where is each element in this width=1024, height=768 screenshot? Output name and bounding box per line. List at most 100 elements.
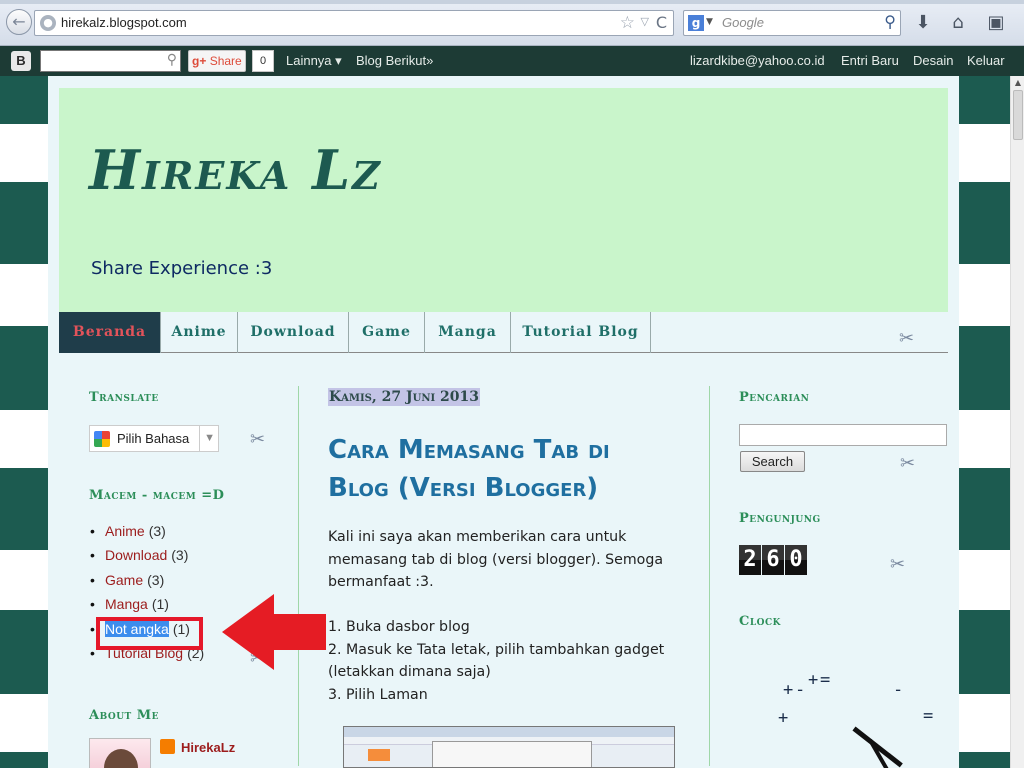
visitor-counter: 2 6 0 bbox=[739, 545, 808, 575]
google-icon: g bbox=[688, 15, 704, 31]
about-widget-title: About Me bbox=[89, 708, 160, 723]
blogger-profile-icon bbox=[160, 739, 175, 754]
category-count: (3) bbox=[171, 547, 189, 564]
clock-mark: - bbox=[893, 680, 904, 700]
bullet: • bbox=[90, 523, 95, 539]
new-post-link[interactable]: Entri Baru bbox=[841, 53, 899, 68]
tab-beranda[interactable]: Beranda bbox=[59, 312, 161, 353]
bullet: • bbox=[90, 620, 95, 637]
post-screenshot-image[interactable] bbox=[343, 726, 675, 768]
avatar-image bbox=[104, 749, 138, 768]
search-icon[interactable]: ⚲ bbox=[884, 12, 896, 31]
lainnya-menu[interactable]: Lainnya ▾ bbox=[286, 53, 342, 69]
page-scrollbar[interactable]: ▲ bbox=[1010, 76, 1024, 768]
counter-digit: 6 bbox=[762, 545, 784, 575]
bullet: • bbox=[90, 571, 95, 588]
column-divider bbox=[298, 386, 299, 766]
browser-search-field[interactable]: g ▼ Google ⚲ bbox=[683, 10, 901, 36]
blogger-navbar: B ⚲ g+ Share 0 Lainnya ▾ Blog Berikut» l… bbox=[0, 46, 1024, 76]
address-bar[interactable]: ● hirekalz.blogspot.com ☆ ▽ C bbox=[34, 10, 674, 36]
clock-mark: = bbox=[923, 706, 934, 726]
clock-hour-hand bbox=[852, 726, 903, 768]
navbar-search-input[interactable]: ⚲ bbox=[40, 50, 181, 72]
next-blog-link[interactable]: Blog Berikut» bbox=[356, 53, 433, 68]
wrench-icon[interactable]: ✂ bbox=[890, 554, 905, 575]
post-line: 1. Buka dasbor blog bbox=[328, 619, 470, 635]
home-icon[interactable]: ⌂ bbox=[945, 10, 971, 36]
clock-mark: + bbox=[783, 680, 794, 700]
category-name[interactable]: Manga bbox=[105, 596, 148, 612]
visitors-widget-title: Pengunjung bbox=[739, 511, 821, 526]
download-arrow-icon[interactable]: ⬇ bbox=[910, 10, 936, 36]
category-count: (3) bbox=[147, 571, 165, 588]
post-body: Kali ini saya akan memberikan cara untuk… bbox=[328, 526, 668, 706]
wrench-icon[interactable]: ✂ bbox=[899, 328, 914, 349]
highlight-box bbox=[96, 617, 203, 650]
bullet: • bbox=[90, 644, 95, 661]
category-name[interactable]: Anime bbox=[105, 523, 145, 539]
post-title[interactable]: Cara Memasang Tab di Blog (Versi Blogger… bbox=[328, 431, 673, 507]
clock-widget-title: Clock bbox=[739, 614, 781, 629]
category-link[interactable]: Game (3) bbox=[105, 572, 164, 588]
scroll-up-icon[interactable]: ▲ bbox=[1011, 76, 1024, 90]
gplus-share-button[interactable]: g+ Share bbox=[188, 50, 246, 72]
blog-title[interactable]: Hireka Lz bbox=[89, 138, 382, 202]
clock-mark: = bbox=[820, 670, 831, 690]
language-select[interactable]: Pilih Bahasa ▼ bbox=[89, 425, 219, 452]
post-line: 2. Masuk ke Tata letak, pilih tambahkan … bbox=[328, 641, 665, 658]
post-line: bermanfaat :3. bbox=[328, 574, 434, 590]
back-arrow-icon[interactable]: ← bbox=[6, 9, 32, 35]
sign-out-link[interactable]: Keluar bbox=[967, 53, 1005, 68]
page-tabs: Beranda Anime Download Game Manga Tutori… bbox=[59, 312, 948, 353]
scrollbar-thumb[interactable] bbox=[1013, 90, 1023, 140]
search-engine-dropdown-icon[interactable]: ▼ bbox=[706, 17, 713, 27]
clock-widget: + = + - - + = bbox=[778, 666, 948, 768]
screenshot-window bbox=[432, 741, 592, 767]
category-link[interactable]: Download (3) bbox=[105, 547, 188, 563]
user-email[interactable]: lizardkibe@yahoo.co.id bbox=[690, 53, 825, 68]
category-name[interactable]: Game bbox=[105, 572, 143, 588]
blog-header: Hireka Lz Share Experience :3 bbox=[59, 88, 948, 312]
share-count: 0 bbox=[252, 50, 274, 72]
post-date: Kamis, 27 Juni 2013 bbox=[328, 388, 481, 406]
search-button[interactable]: Search bbox=[740, 451, 805, 472]
tab-anime[interactable]: Anime bbox=[161, 312, 238, 353]
bookmark-star-icon[interactable]: ☆ bbox=[620, 13, 635, 33]
tab-tutorial-blog[interactable]: Tutorial Blog bbox=[511, 312, 651, 353]
url-text: hirekalz.blogspot.com bbox=[61, 15, 187, 30]
profile-name[interactable]: HirekaLz bbox=[181, 740, 235, 755]
bullet: • bbox=[90, 596, 95, 613]
search-icon[interactable]: ⚲ bbox=[167, 51, 177, 68]
category-name[interactable]: Download bbox=[105, 547, 167, 563]
bookmarks-menu-icon[interactable]: ▣ bbox=[983, 10, 1009, 36]
reload-icon[interactable]: C bbox=[656, 13, 667, 32]
design-link[interactable]: Desain bbox=[913, 53, 953, 68]
search-placeholder: Google bbox=[722, 15, 764, 30]
browser-tabstrip bbox=[0, 0, 1024, 4]
chevron-down-icon: ▼ bbox=[199, 426, 215, 451]
red-arrow-icon bbox=[222, 594, 326, 670]
search-widget-title: Pencarian bbox=[739, 390, 810, 405]
blog-search-input[interactable] bbox=[739, 424, 947, 446]
category-link[interactable]: Manga (1) bbox=[105, 596, 169, 612]
blogger-logo-icon[interactable]: B bbox=[11, 51, 31, 71]
post-line bbox=[328, 594, 668, 617]
browser-toolbar: ← ● hirekalz.blogspot.com ☆ ▽ C g ▼ Goog… bbox=[0, 0, 1024, 46]
post-line: Kali ini saya akan memberikan cara untuk bbox=[328, 529, 627, 545]
tab-manga[interactable]: Manga bbox=[425, 312, 511, 353]
screenshot-blogger-button bbox=[368, 749, 390, 761]
counter-digit: 0 bbox=[785, 545, 807, 575]
post-line: 3. Pilih Laman bbox=[328, 686, 428, 703]
post-line: memasang tab di blog (versi blogger). Se… bbox=[328, 551, 664, 568]
wrench-icon[interactable]: ✂ bbox=[900, 453, 915, 474]
category-count: (3) bbox=[148, 523, 166, 539]
history-dropdown-icon[interactable]: ▽ bbox=[641, 15, 649, 28]
screenshot-titlebar bbox=[344, 727, 674, 737]
wrench-icon[interactable]: ✂ bbox=[250, 429, 265, 450]
blog-container: Hireka Lz Share Experience :3 Beranda An… bbox=[48, 76, 959, 768]
tab-download[interactable]: Download bbox=[238, 312, 349, 353]
avatar[interactable] bbox=[89, 738, 151, 768]
category-link[interactable]: Anime (3) bbox=[105, 523, 166, 539]
google-translate-icon bbox=[94, 431, 110, 447]
tab-game[interactable]: Game bbox=[349, 312, 425, 353]
